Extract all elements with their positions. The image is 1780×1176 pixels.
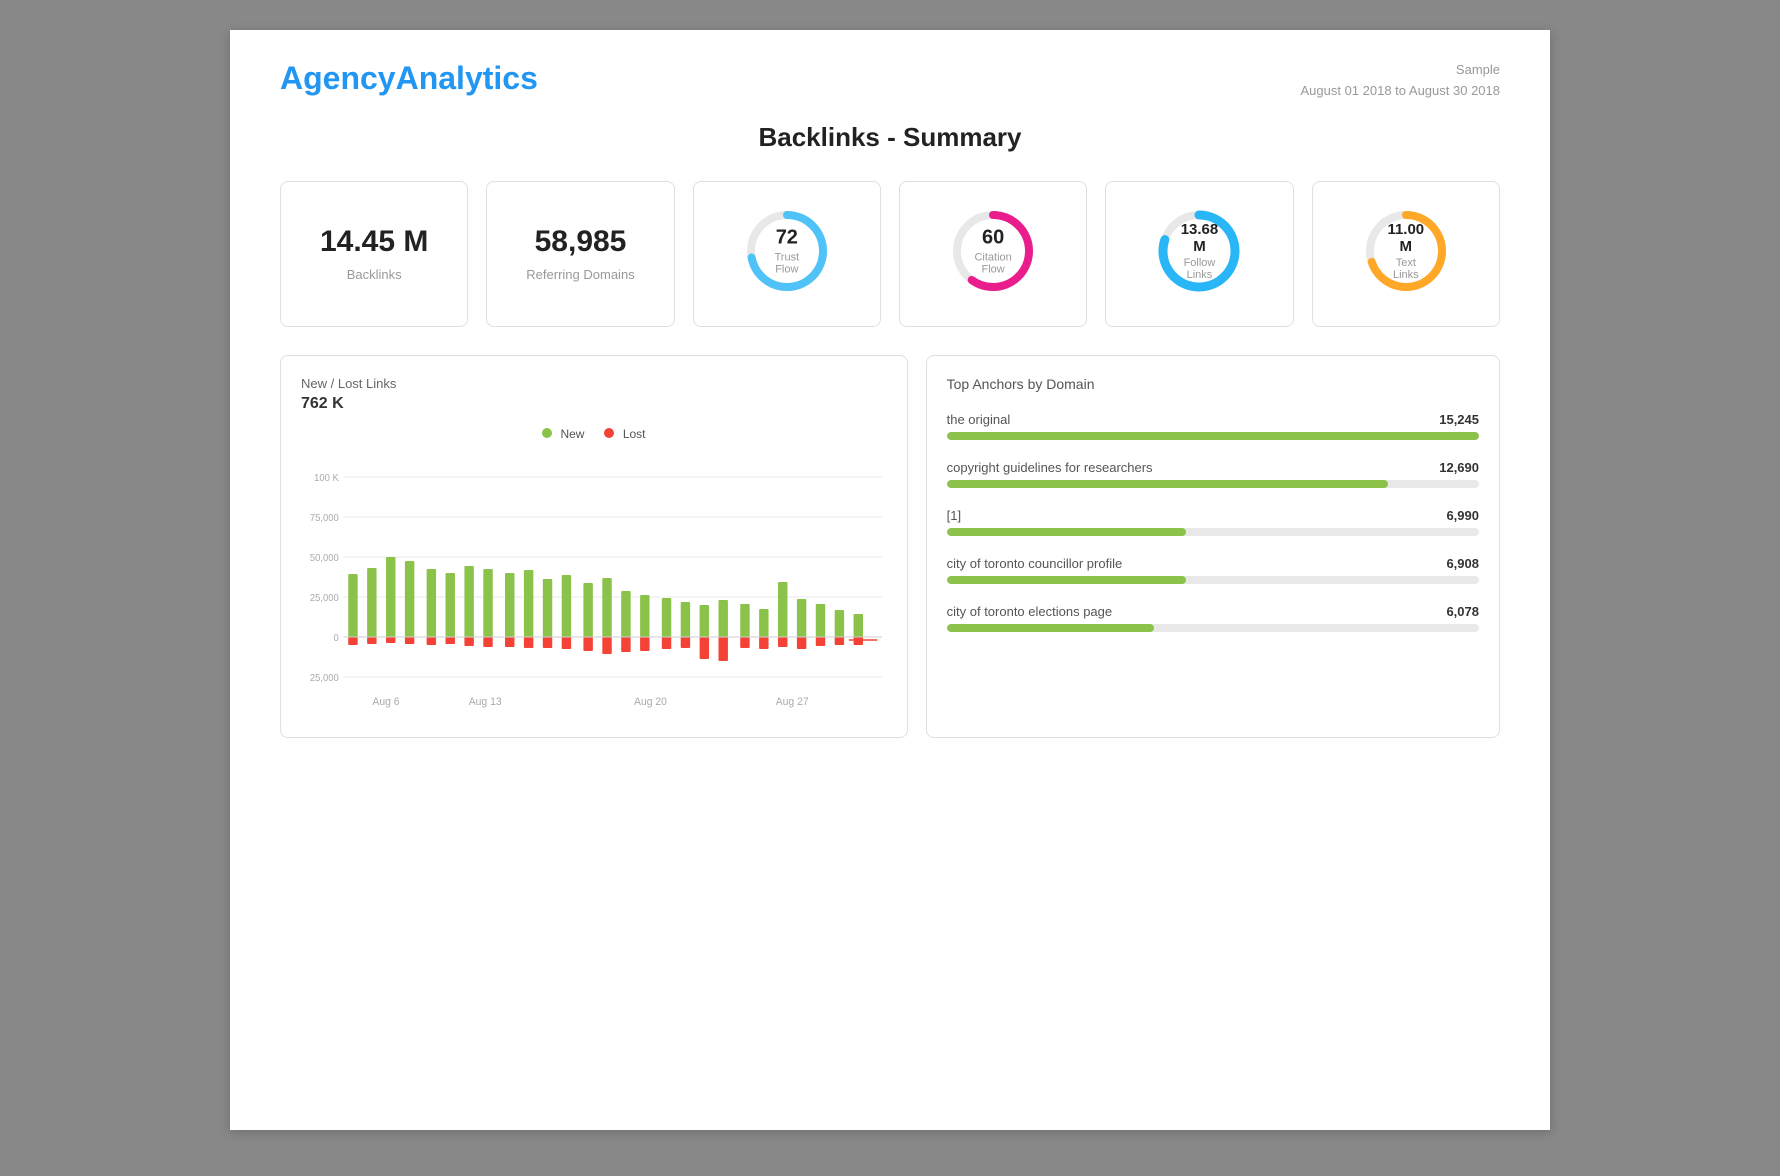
metric-citation-flow: 60 Citation Flow: [899, 181, 1087, 327]
anchor-row-2: [1] 6,990: [947, 508, 1479, 523]
svg-text:Aug 20: Aug 20: [634, 695, 667, 707]
anchor-item-3: city of toronto councillor profile 6,908: [947, 556, 1479, 584]
charts-row: New / Lost Links 762 K New Lost: [280, 355, 1500, 738]
trust-flow-donut: 72 Trust Flow: [742, 206, 832, 296]
svg-text:25,000: 25,000: [310, 672, 339, 683]
anchor-value-1: 12,690: [1439, 460, 1479, 475]
page-title: Backlinks - Summary: [280, 122, 1500, 153]
bar-chart-container: 100 K 75,000 50,000 25,000 0 25,000: [301, 457, 887, 717]
logo-agency: Agency: [280, 60, 396, 96]
referring-domains-label: Referring Domains: [526, 267, 634, 282]
follow-links-donut: 13.68 M Follow Links: [1154, 206, 1244, 296]
anchor-row-4: city of toronto elections page 6,078: [947, 604, 1479, 619]
header-meta: Sample August 01 2018 to August 30 2018: [1300, 60, 1500, 102]
text-links-inner: 11.00 M Text Links: [1383, 221, 1428, 281]
anchor-bar-fill-4: [947, 624, 1155, 632]
anchor-value-0: 15,245: [1439, 412, 1479, 427]
anchor-item-0: the original 15,245: [947, 412, 1479, 440]
bar-chart-title: New / Lost Links: [301, 376, 887, 391]
anchor-bar-bg-3: [947, 576, 1479, 584]
citation-flow-value: 60: [971, 226, 1016, 249]
logo: AgencyAnalytics: [280, 60, 538, 97]
bar-chart-svg: 100 K 75,000 50,000 25,000 0 25,000: [301, 457, 887, 717]
follow-links-label: Follow Links: [1177, 257, 1222, 281]
svg-text:25,000: 25,000: [310, 592, 339, 603]
meta-date: August 01 2018 to August 30 2018: [1300, 81, 1500, 102]
svg-text:50,000: 50,000: [310, 552, 339, 563]
anchor-item-4: city of toronto elections page 6,078: [947, 604, 1479, 632]
svg-text:Aug 27: Aug 27: [776, 695, 809, 707]
anchor-name-0: the original: [947, 412, 1011, 427]
metric-text-links: 11.00 M Text Links: [1312, 181, 1500, 327]
anchor-bar-bg-2: [947, 528, 1479, 536]
bar-chart-total: 762 K: [301, 395, 887, 413]
anchor-value-3: 6,908: [1446, 556, 1479, 571]
anchor-value-4: 6,078: [1446, 604, 1479, 619]
anchor-value-2: 6,990: [1446, 508, 1479, 523]
text-links-value: 11.00 M: [1383, 221, 1428, 255]
citation-flow-inner: 60 Citation Flow: [971, 226, 1016, 275]
citation-flow-label: Citation Flow: [971, 251, 1016, 275]
metric-backlinks: 14.45 M Backlinks: [280, 181, 468, 327]
meta-sample: Sample: [1300, 60, 1500, 81]
trust-flow-value: 72: [764, 226, 809, 249]
page-header: AgencyAnalytics Sample August 01 2018 to…: [280, 60, 1500, 102]
metric-referring-domains: 58,985 Referring Domains: [486, 181, 674, 327]
citation-flow-donut: 60 Citation Flow: [948, 206, 1038, 296]
anchor-bar-fill-2: [947, 528, 1187, 536]
anchor-name-2: [1]: [947, 508, 961, 523]
anchor-row-0: the original 15,245: [947, 412, 1479, 427]
trust-flow-inner: 72 Trust Flow: [764, 226, 809, 275]
metric-follow-links: 13.68 M Follow Links: [1105, 181, 1293, 327]
metric-trust-flow: 72 Trust Flow: [693, 181, 881, 327]
svg-text:Aug 13: Aug 13: [469, 695, 502, 707]
trust-flow-label: Trust Flow: [764, 251, 809, 275]
text-links-donut: 11.00 M Text Links: [1361, 206, 1451, 296]
page-container: AgencyAnalytics Sample August 01 2018 to…: [230, 30, 1550, 1130]
svg-text:75,000: 75,000: [310, 512, 339, 523]
backlinks-label: Backlinks: [347, 267, 402, 282]
anchor-bar-fill-1: [947, 480, 1389, 488]
svg-text:0: 0: [334, 632, 340, 643]
anchors-card: Top Anchors by Domain the original 15,24…: [926, 355, 1500, 738]
bar-chart-legend: New Lost: [301, 427, 887, 441]
anchor-item-1: copyright guidelines for researchers 12,…: [947, 460, 1479, 488]
anchor-name-1: copyright guidelines for researchers: [947, 460, 1153, 475]
text-links-label: Text Links: [1383, 257, 1428, 281]
follow-links-value: 13.68 M: [1177, 221, 1222, 255]
anchor-row-1: copyright guidelines for researchers 12,…: [947, 460, 1479, 475]
bar-chart-card: New / Lost Links 762 K New Lost: [280, 355, 908, 738]
anchor-bar-fill-0: [947, 432, 1479, 440]
follow-links-inner: 13.68 M Follow Links: [1177, 221, 1222, 281]
legend-new-dot: [542, 428, 552, 438]
anchors-title: Top Anchors by Domain: [947, 376, 1479, 392]
logo-analytics: Analytics: [396, 60, 538, 96]
anchor-bar-bg-0: [947, 432, 1479, 440]
anchor-bar-fill-3: [947, 576, 1187, 584]
referring-domains-value: 58,985: [535, 225, 627, 259]
anchor-name-3: city of toronto councillor profile: [947, 556, 1123, 571]
legend-new: New: [542, 427, 584, 441]
anchor-item-2: [1] 6,990: [947, 508, 1479, 536]
anchor-bar-bg-1: [947, 480, 1479, 488]
anchor-name-4: city of toronto elections page: [947, 604, 1113, 619]
legend-lost: Lost: [604, 427, 645, 441]
svg-text:Aug 6: Aug 6: [372, 695, 399, 707]
anchor-row-3: city of toronto councillor profile 6,908: [947, 556, 1479, 571]
anchor-bar-bg-4: [947, 624, 1479, 632]
svg-text:100 K: 100 K: [314, 472, 339, 483]
backlinks-value: 14.45 M: [320, 225, 428, 259]
metrics-row: 14.45 M Backlinks 58,985 Referring Domai…: [280, 181, 1500, 327]
legend-lost-dot: [604, 428, 614, 438]
